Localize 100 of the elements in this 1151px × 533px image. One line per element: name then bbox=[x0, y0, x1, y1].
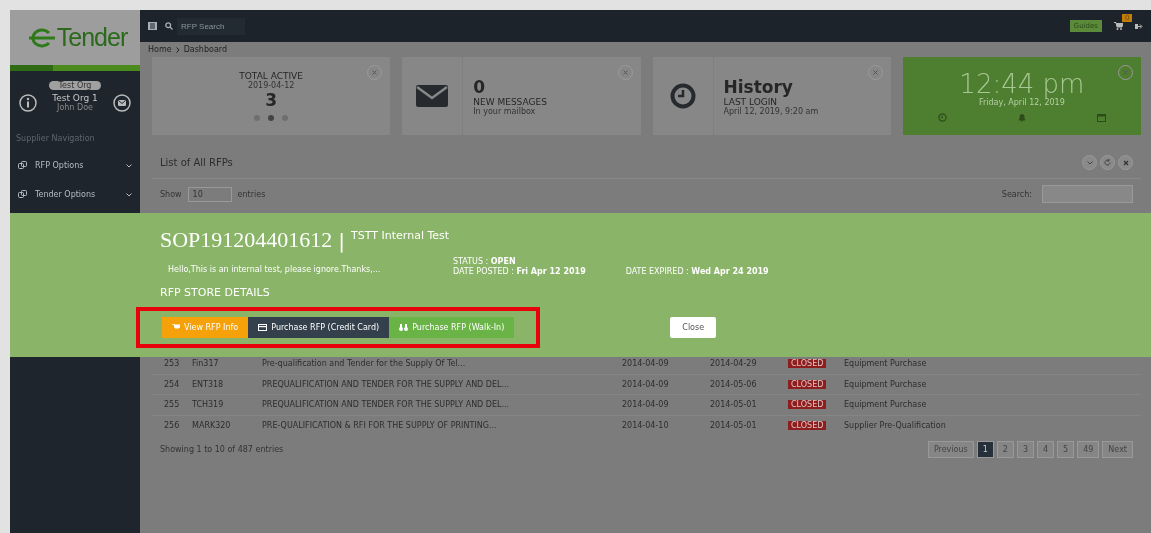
table-cell-text: 254 bbox=[164, 379, 181, 389]
org-badge: Test Org bbox=[48, 81, 102, 90]
clock-icon bbox=[669, 83, 696, 109]
title-separator: | bbox=[338, 229, 346, 253]
cart-icon bbox=[172, 324, 180, 331]
stat-value: 3 bbox=[265, 90, 278, 110]
close-icon[interactable] bbox=[617, 65, 633, 80]
rfp-name: TSTT Internal Test bbox=[351, 229, 450, 242]
refresh-icon bbox=[1104, 159, 1111, 166]
chevron-down-icon bbox=[1086, 160, 1093, 165]
envelope-icon bbox=[415, 84, 450, 108]
table-cell-text: 2014-05-06 bbox=[710, 379, 758, 389]
status-badge: CLOSED bbox=[788, 400, 827, 410]
page-button[interactable]: 5 bbox=[1057, 441, 1075, 458]
stat-date: 2019-04-12 bbox=[247, 81, 295, 90]
org-name: Test Org 1 bbox=[52, 93, 98, 103]
bell-icon[interactable] bbox=[1017, 113, 1026, 122]
info-icon[interactable] bbox=[19, 93, 37, 112]
table-cell-text: PRE-QUALIFICATION & RFI FOR THE SUPPLY OF PRINTING... bbox=[262, 420, 498, 430]
section-heading: RFP STORE DETAILS bbox=[160, 286, 271, 299]
rfp-status: STATUS : OPEN bbox=[453, 257, 516, 266]
refresh-button[interactable] bbox=[1100, 155, 1115, 170]
link-icon bbox=[18, 190, 27, 199]
clock-icon[interactable] bbox=[938, 113, 948, 122]
table-cell-text: Equipment Purchase bbox=[844, 359, 928, 369]
logout-icon[interactable] bbox=[1135, 22, 1143, 30]
table-cell-text: 2014-04-09 bbox=[622, 359, 670, 369]
page-button[interactable]: 2 bbox=[996, 441, 1014, 458]
stat-title: TOTAL ACTIVE bbox=[239, 71, 303, 81]
page-button[interactable]: 1 bbox=[976, 441, 994, 458]
table-cell-text: Supplier Pre-Qualification bbox=[844, 420, 947, 430]
table-cell-text: Equipment Purchase bbox=[844, 379, 928, 389]
table-cell-text: 255 bbox=[164, 400, 181, 410]
collapse-button[interactable] bbox=[1082, 155, 1097, 170]
rfp-code: SOP191204401612 bbox=[160, 227, 333, 253]
cart-icon[interactable] bbox=[1114, 22, 1123, 30]
stat-value: 0 bbox=[473, 76, 487, 97]
close-icon[interactable] bbox=[1118, 65, 1133, 80]
search-icon bbox=[165, 22, 173, 30]
status-badge: CLOSED bbox=[788, 420, 827, 430]
status-badge: CLOSED bbox=[788, 359, 827, 369]
breadcrumb-link[interactable]: Home bbox=[148, 45, 172, 54]
table-cell-text: Fin317 bbox=[192, 359, 220, 369]
chevron-down-icon bbox=[126, 192, 132, 197]
date-posted: DATE POSTED : Fri Apr 12 2019 bbox=[453, 267, 586, 276]
stat-subtitle: April 12, 2019, 9:20 am bbox=[723, 106, 819, 116]
table-cell-text: Equipment Purchase bbox=[844, 400, 928, 410]
table-search-field[interactable] bbox=[1042, 185, 1133, 203]
menu-icon[interactable] bbox=[148, 22, 157, 30]
rfp-description: Hello,This is an internal test, please ignore.Thanks,... bbox=[167, 264, 382, 274]
search-field[interactable]: RFP Search bbox=[177, 17, 245, 35]
close-icon[interactable] bbox=[367, 65, 383, 80]
user-name: John Doe bbox=[57, 103, 93, 112]
table-cell-text: 256 bbox=[164, 420, 181, 430]
search-label: Search: bbox=[1001, 189, 1032, 199]
mail-icon[interactable] bbox=[113, 93, 131, 112]
table-cell-text: 2014-04-09 bbox=[622, 400, 670, 410]
page-button[interactable]: 4 bbox=[1037, 441, 1055, 458]
panel-title: List of All RFPs bbox=[160, 157, 233, 168]
date-expired: DATE EXPIRED : Wed Apr 24 2019 bbox=[625, 267, 769, 276]
page-button[interactable]: Previous bbox=[927, 441, 974, 458]
purchase-button[interactable]: Purchase RFP (Credit Card) bbox=[248, 317, 390, 338]
breadcrumb-link[interactable]: Dashboard bbox=[183, 45, 228, 54]
entries-select[interactable]: 10 bbox=[187, 186, 232, 202]
purchase-button[interactable]: View RFP Info bbox=[162, 317, 249, 338]
stat-title: NEW MESSAGES bbox=[473, 96, 547, 107]
binoculars-icon bbox=[399, 324, 409, 331]
nav-item[interactable]: RFP Options bbox=[10, 153, 140, 182]
stat-subtitle: In your mailbox bbox=[473, 106, 537, 116]
close-button[interactable] bbox=[1118, 155, 1133, 170]
page-button[interactable]: Next bbox=[1102, 441, 1133, 458]
table-cell-text: Pre-qualification and Tender for the Supply Of Tel... bbox=[262, 359, 467, 369]
table-cell-text: 253 bbox=[164, 359, 181, 369]
table-cell-text: PREQUALIFICATION AND TENDER FOR THE SUPPLY AND DEL... bbox=[262, 379, 511, 389]
nav-item[interactable]: Tender Options bbox=[10, 182, 140, 211]
chevron-right-icon bbox=[175, 46, 180, 53]
entries-label: entries bbox=[237, 189, 266, 199]
table-cell-text: 2014-05-01 bbox=[710, 400, 758, 410]
clock-time: 12:44 pm bbox=[959, 70, 1085, 98]
table-cell-text: 2014-04-09 bbox=[622, 379, 670, 389]
close-icon bbox=[1122, 159, 1129, 166]
carousel-dot[interactable] bbox=[254, 115, 261, 121]
logo-text: Tender bbox=[56, 23, 128, 52]
table-info: Showing 1 to 10 of 487 entries bbox=[160, 445, 284, 454]
clock-date: Friday, April 12, 2019 bbox=[978, 98, 1065, 107]
stat-title: LAST LOGIN bbox=[723, 96, 778, 107]
calendar-icon[interactable] bbox=[1096, 113, 1106, 122]
table-cell-text: PREQUALIFICATION AND TENDER FOR THE SUPPLY AND DEL... bbox=[262, 400, 511, 410]
carousel-dot[interactable] bbox=[268, 115, 275, 121]
table-cell-text: MARK320 bbox=[192, 420, 232, 430]
stat-value: History bbox=[723, 76, 794, 97]
table-cell-text: TCH319 bbox=[192, 400, 225, 410]
link-icon bbox=[18, 161, 27, 170]
close-button[interactable]: Close bbox=[670, 317, 717, 338]
purchase-button[interactable]: Purchase RFP (Walk-In) bbox=[389, 317, 515, 338]
page-button[interactable]: 49 bbox=[1077, 441, 1100, 458]
show-label: Show bbox=[160, 189, 182, 199]
close-icon[interactable] bbox=[867, 65, 883, 80]
table-cell-text: 2014-05-01 bbox=[710, 420, 758, 430]
carousel-dot[interactable] bbox=[282, 115, 289, 121]
